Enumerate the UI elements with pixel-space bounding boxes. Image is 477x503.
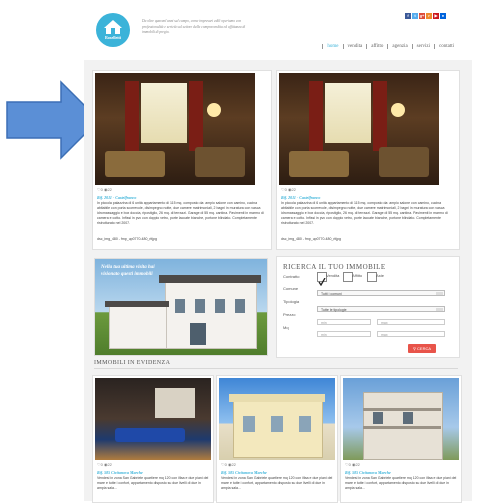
listing-title[interactable]: Rif. 2011 - Castelfranco xyxy=(97,195,136,200)
featured-card-title[interactable]: Rif. 585 Civitanova Marche xyxy=(345,470,391,475)
prezzo-min-input[interactable]: min xyxy=(317,319,371,325)
listing-description: In piccola palazzina di 6 unità appartam… xyxy=(97,201,264,225)
listing-file: dsc_img_480 - fmp_up0770-480_ritjpg xyxy=(97,237,157,241)
search-panel: RICERCA IL TUO IMMOBILE Contratto Vendit… xyxy=(276,256,460,358)
nav-contatti[interactable]: contatti xyxy=(434,44,458,49)
vendita-label: Vendita xyxy=(326,273,340,278)
googleplus-icon[interactable]: g+ xyxy=(419,13,425,19)
nav-home[interactable]: home xyxy=(322,44,342,49)
featured-card-description: Vendesi in zona San Gabriele quartiere m… xyxy=(345,476,457,490)
featured-card-title[interactable]: Rif. 585 Civitanova Marche xyxy=(97,470,143,475)
comune-label: Comune xyxy=(283,286,299,291)
mq-min-input[interactable]: min xyxy=(317,331,371,337)
like-count: 0 xyxy=(100,187,103,192)
view-count: 22 xyxy=(291,187,296,192)
listing-photo[interactable] xyxy=(95,73,255,185)
social-links: f t g+ r ▶ ● xyxy=(405,13,446,19)
rss-icon[interactable]: r xyxy=(426,13,432,19)
search-button[interactable]: ⚲ CERCA xyxy=(408,344,436,353)
featured-card[interactable]: ♡0 ◉22 Rif. 585 Civitanova Marche Vendes… xyxy=(216,375,338,503)
nav-agenzia[interactable]: agenzia xyxy=(387,44,411,49)
mq-label: Mq xyxy=(283,325,289,330)
page: Roselletti Da oltre quarant'anni sul cam… xyxy=(84,0,472,503)
like-count: 0 xyxy=(224,462,227,467)
featured-card-description: Vendesi in zona San Gabriele quartiere m… xyxy=(97,476,209,490)
logo-text: Roselletti xyxy=(105,35,121,40)
featured-photo[interactable] xyxy=(219,378,335,460)
view-count: 22 xyxy=(107,187,112,192)
prezzo-max-input[interactable]: max xyxy=(377,319,445,325)
tipologia-select[interactable]: Tutte le tipologie xyxy=(317,306,445,312)
view-count: 22 xyxy=(107,462,112,467)
nav-affitto[interactable]: affitto xyxy=(366,44,387,49)
chevron-down-icon xyxy=(436,292,443,295)
tagline: Da oltre quarant'anni sul campo, come im… xyxy=(142,19,246,34)
search-title: RICERCA IL TUO IMMOBILE xyxy=(283,263,386,271)
featured-card-description: Vendesi in zona San Gabriele quartiere m… xyxy=(221,476,333,490)
twitter-icon[interactable]: t xyxy=(412,13,418,19)
main-nav: home vendita affitto agenzia servizi con… xyxy=(322,44,458,49)
featured-card-title[interactable]: Rif. 585 Civitanova Marche xyxy=(221,470,267,475)
listing-file: dsc_img_480 - fmp_up0770-480_ritjpg xyxy=(281,237,341,241)
banner-text: Nella tua ultima visita hai visionato qu… xyxy=(101,265,155,277)
featured-card[interactable]: ♡0 ◉22 Rif. 585 Civitanova Marche Vendes… xyxy=(92,375,214,503)
logo[interactable]: Roselletti xyxy=(96,13,130,47)
view-count: 22 xyxy=(355,462,360,467)
chevron-down-icon xyxy=(436,308,443,311)
comune-select[interactable]: Tutti i comuni xyxy=(317,290,445,296)
listing-title[interactable]: Rif. 2011 - Castelfranco xyxy=(281,195,320,200)
listing-description: In piccola palazzina di 6 unità appartam… xyxy=(281,201,448,225)
featured-photo[interactable] xyxy=(343,378,459,460)
contratto-label: Contratto xyxy=(283,274,300,279)
featured-photo[interactable] xyxy=(95,378,211,460)
youtube-icon[interactable]: ▶ xyxy=(433,13,439,19)
tipologia-label: Tipologia xyxy=(283,299,300,304)
aste-label: Aste xyxy=(376,273,385,278)
prezzo-label: Prezzo xyxy=(283,312,296,317)
nav-servizi[interactable]: servizi xyxy=(411,44,434,49)
listing-card[interactable]: ♡0 ◉22 Rif. 2011 - Castelfranco In picco… xyxy=(92,70,272,250)
villa-image xyxy=(165,281,257,349)
view-count: 22 xyxy=(231,462,236,467)
flickr-icon[interactable]: ● xyxy=(440,13,446,19)
like-count: 0 xyxy=(348,462,351,467)
like-count: 0 xyxy=(284,187,287,192)
house-icon xyxy=(104,20,122,34)
listing-card[interactable]: ♡0 ◉22 Rif. 2011 - Castelfranco In picco… xyxy=(276,70,460,250)
listing-photo[interactable] xyxy=(279,73,439,185)
divider xyxy=(94,368,458,369)
affitto-label: Affitto xyxy=(352,273,363,278)
header: Roselletti Da oltre quarant'anni sul cam… xyxy=(84,0,472,60)
nav-vendita[interactable]: vendita xyxy=(342,44,367,49)
featured-title: IMMOBILI IN EVIDENZA xyxy=(94,360,171,366)
recently-viewed-banner[interactable]: Nella tua ultima visita hai visionato qu… xyxy=(94,258,268,356)
mq-max-input[interactable]: max xyxy=(377,331,445,337)
like-count: 0 xyxy=(100,462,103,467)
featured-card[interactable]: ♡0 ◉22 Rif. 585 Civitanova Marche Vendes… xyxy=(340,375,462,503)
facebook-icon[interactable]: f xyxy=(405,13,411,19)
